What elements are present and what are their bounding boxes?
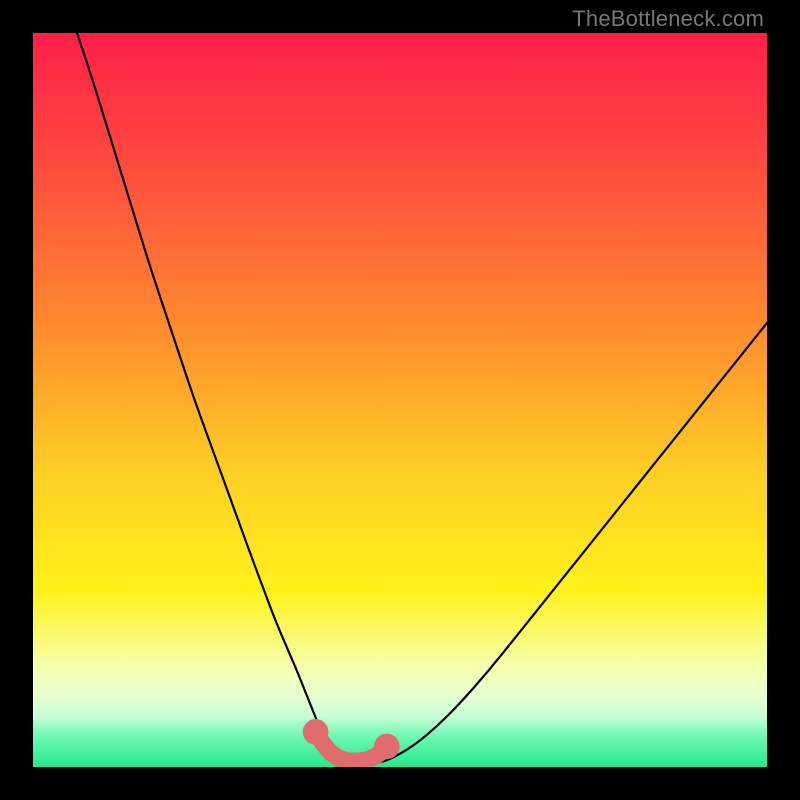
trough-end-dot [303,719,329,745]
outer-frame: TheBottleneck.com [0,0,800,800]
gradient-background [33,33,767,767]
watermark-text: TheBottleneck.com [572,6,764,32]
trough-end-dot [374,734,400,760]
plot-area [33,33,767,767]
bottleneck-chart [33,33,767,767]
